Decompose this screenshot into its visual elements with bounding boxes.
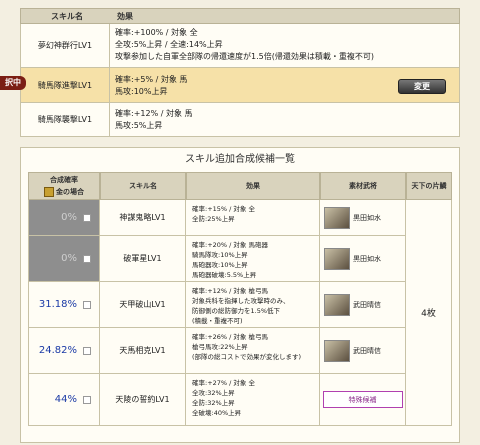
effect-line: 全破壊:40%上昇 bbox=[192, 409, 242, 417]
rate-cell: 24.82% bbox=[28, 328, 100, 374]
skill-row-2-selected[interactable]: 騎馬隊進撃LV1 確率:+5% / 対象 馬 馬攻:10%上昇 bbox=[20, 68, 460, 103]
effect-line: 確率:+20% / 対象 馬砲器 bbox=[192, 241, 268, 249]
general-portrait bbox=[324, 339, 350, 362]
skill-effect: 確率:+5% / 対象 馬 馬攻:10%上昇 bbox=[115, 74, 187, 98]
header-rate-sub: 金の場合 bbox=[56, 188, 84, 196]
general-portrait bbox=[324, 293, 350, 316]
special-candidate-button[interactable]: 特殊候補 bbox=[322, 391, 403, 408]
rate-value: 0% bbox=[61, 253, 77, 264]
effect-line: 馬砲器攻:10%上昇 bbox=[192, 261, 248, 269]
skill-row-1: 夢幻神群行LV1 確率:+100% / 対象 全 全攻:5%上昇 / 全速:14… bbox=[20, 24, 460, 68]
rate-value: 31.18% bbox=[38, 299, 77, 310]
material-name: 武田晴信 bbox=[353, 346, 381, 355]
rate-cell: 44% bbox=[28, 374, 100, 426]
header-skill-name: スキル名 bbox=[51, 12, 83, 21]
general-portrait bbox=[324, 206, 350, 229]
material-cell[interactable]: 武田晴信 bbox=[320, 282, 406, 328]
skill-name: 騎馬隊進撃LV1 bbox=[21, 68, 110, 102]
select-checkbox[interactable] bbox=[83, 301, 91, 309]
effect-line: 確率:+12% / 対象 槍弓馬 bbox=[192, 287, 268, 295]
candidate-name: 天馬相克LV1 bbox=[100, 328, 186, 374]
header-limit: 天下の片鱗 bbox=[406, 172, 452, 200]
effect-line: 全防:32%上昇 bbox=[192, 399, 235, 407]
effect-line: 馬砲器破壊:5.5%上昇 bbox=[192, 271, 257, 279]
header-material: 素材武将 bbox=[320, 172, 406, 200]
material-name: 黒田如水 bbox=[353, 213, 381, 222]
effect-line: 確率:+12% / 対象 馬 bbox=[115, 109, 193, 118]
candidate-effect: 確率:+20% / 対象 馬砲器 騎馬隊攻:10%上昇 馬砲器攻:10%上昇 馬… bbox=[186, 236, 320, 282]
rate-value: 0% bbox=[61, 212, 77, 223]
limit-cell: 4枚 bbox=[406, 200, 452, 426]
select-checkbox[interactable] bbox=[83, 396, 91, 404]
rate-value: 24.82% bbox=[38, 345, 77, 356]
effect-line: 全攻:5%上昇 / 全速:14%上昇 bbox=[115, 40, 223, 49]
limit-value: 4枚 bbox=[421, 309, 436, 319]
material-cell[interactable]: 黒田如水 bbox=[320, 200, 406, 236]
selected-badge: 択中 bbox=[0, 76, 26, 90]
header-name: スキル名 bbox=[100, 172, 186, 200]
material-name: 黒田如水 bbox=[353, 254, 381, 263]
header-effect: 効果 bbox=[186, 172, 320, 200]
effect-line: 対象兵科を指揮した攻撃時のみ、 bbox=[192, 297, 290, 305]
skill-name: 騎馬隊襲撃LV1 bbox=[21, 103, 110, 136]
effect-line: 確率:+27% / 対象 全 bbox=[192, 379, 255, 387]
effect-line: 攻撃参加した自軍全部隊の帰還速度が1.5倍(帰還効果は積載・重複不可) bbox=[115, 52, 374, 61]
select-checkbox[interactable] bbox=[83, 255, 91, 263]
general-portrait bbox=[324, 247, 350, 270]
candidate-name: 神謀鬼略LV1 bbox=[100, 200, 186, 236]
effect-line: 防御側の総防御力を1.5%低下 bbox=[192, 307, 281, 315]
effect-line: 確率:+15% / 対象 全 bbox=[192, 205, 255, 213]
candidate-name: 天陵の誓約LV1 bbox=[100, 374, 186, 426]
effect-line: 槍弓馬攻:22%上昇 bbox=[192, 343, 248, 351]
effect-line: 馬攻:5%上昇 bbox=[115, 121, 163, 130]
skill-row-3: 騎馬隊襲撃LV1 確率:+12% / 対象 馬 馬攻:5%上昇 bbox=[20, 103, 460, 137]
change-button[interactable]: 変更 bbox=[398, 79, 446, 94]
candidate-effect: 確率:+12% / 対象 槍弓馬 対象兵科を指揮した攻撃時のみ、 防御側の総防御… bbox=[186, 282, 320, 328]
rate-value: 44% bbox=[54, 394, 77, 405]
material-cell: 特殊候補 bbox=[320, 374, 406, 426]
effect-line: 確率:+26% / 対象 槍弓馬 bbox=[192, 333, 268, 341]
effect-line: 確率:+5% / 対象 馬 bbox=[115, 75, 188, 84]
material-name: 武田晴信 bbox=[353, 300, 381, 309]
candidate-effect: 確率:+26% / 対象 槍弓馬 槍弓馬攻:22%上昇 (部隊の総コストで効果が… bbox=[186, 328, 320, 374]
rate-cell: 31.18% bbox=[28, 282, 100, 328]
header-rate: 合成確率 金の場合 bbox=[28, 172, 100, 200]
header-effect: 効果 bbox=[117, 12, 133, 21]
effect-line: 騎馬隊攻:10%上昇 bbox=[192, 251, 248, 259]
select-checkbox[interactable] bbox=[83, 347, 91, 355]
candidate-name: 天甲破山LV1 bbox=[100, 282, 186, 328]
candidate-name: 破軍星LV1 bbox=[100, 236, 186, 282]
material-cell[interactable]: 武田晴信 bbox=[320, 328, 406, 374]
gold-row: 金の場合 bbox=[44, 187, 84, 197]
skill-name: 夢幻神群行LV1 bbox=[21, 24, 110, 67]
effect-line: (部隊の総コストで効果が変化します) bbox=[192, 353, 302, 361]
effect-line: 全防:25%上昇 bbox=[192, 215, 235, 223]
gold-icon bbox=[44, 187, 54, 197]
material-cell[interactable]: 黒田如水 bbox=[320, 236, 406, 282]
candidate-effect: 確率:+27% / 対象 全 全攻:32%上昇 全防:32%上昇 全破壊:40%… bbox=[186, 374, 320, 426]
skill-effect: 確率:+100% / 対象 全 全攻:5%上昇 / 全速:14%上昇 攻撃参加し… bbox=[115, 27, 374, 63]
header-rate-label: 合成確率 bbox=[50, 176, 78, 184]
skill-effect: 確率:+12% / 対象 馬 馬攻:5%上昇 bbox=[115, 108, 193, 132]
effect-line: (積載・重複不可) bbox=[192, 317, 243, 325]
candidate-effect: 確率:+15% / 対象 全 全防:25%上昇 bbox=[186, 200, 320, 236]
rate-cell: 0% bbox=[28, 200, 100, 236]
select-checkbox[interactable] bbox=[83, 214, 91, 222]
candidate-title: スキル追加合成候補一覧 bbox=[185, 154, 295, 165]
skill-table-header: スキル名 効果 bbox=[20, 8, 460, 24]
effect-line: 確率:+100% / 対象 全 bbox=[115, 28, 198, 37]
effect-line: 馬攻:10%上昇 bbox=[115, 87, 168, 96]
effect-line: 全攻:32%上昇 bbox=[192, 389, 235, 397]
rate-cell: 0% bbox=[28, 236, 100, 282]
